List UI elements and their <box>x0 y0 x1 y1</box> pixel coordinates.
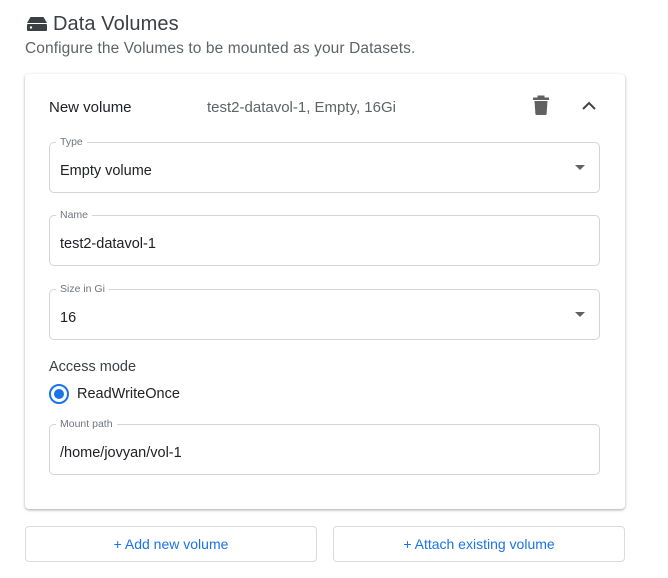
volume-card: New volume test2-datavol-1, Empty, 16Gi … <box>25 74 625 509</box>
name-value: test2-datavol-1 <box>60 236 156 252</box>
radio-readwriteonce[interactable]: ReadWriteOnce <box>49 384 180 404</box>
trash-icon <box>533 95 549 115</box>
name-label: Name <box>56 208 93 222</box>
volume-summary: test2-datavol-1, Empty, 16Gi <box>207 99 396 116</box>
size-value: 16 <box>60 310 77 326</box>
section-header: Data Volumes <box>25 12 179 36</box>
type-value: Empty volume <box>60 163 152 179</box>
size-select[interactable]: Size in Gi 16 <box>49 282 600 340</box>
radio-selected-dot <box>54 389 64 399</box>
attach-existing-volume-button[interactable]: + Attach existing volume <box>333 526 625 562</box>
radio-label: ReadWriteOnce <box>77 386 180 402</box>
chevron-up-icon <box>582 101 596 110</box>
add-new-volume-button[interactable]: + Add new volume <box>25 526 317 562</box>
size-label: Size in Gi <box>56 282 109 296</box>
collapse-button[interactable] <box>575 91 603 119</box>
mount-path-value: /home/jovyan/vol-1 <box>60 445 182 461</box>
volume-card-header[interactable]: New volume test2-datavol-1, Empty, 16Gi <box>25 74 625 138</box>
dropdown-arrow-icon <box>575 312 585 317</box>
volume-name: New volume <box>49 99 132 116</box>
delete-volume-button[interactable] <box>527 91 555 119</box>
name-field[interactable]: Name test2-datavol-1 <box>49 208 600 266</box>
type-label: Type <box>56 135 87 149</box>
storage-icon <box>27 17 47 31</box>
type-select[interactable]: Type Empty volume <box>49 135 600 193</box>
dropdown-arrow-icon <box>575 165 585 170</box>
mount-path-field[interactable]: Mount path /home/jovyan/vol-1 <box>49 417 600 475</box>
section-subtitle: Configure the Volumes to be mounted as y… <box>25 40 416 57</box>
mount-path-label: Mount path <box>56 417 117 431</box>
access-mode-title: Access mode <box>49 359 137 375</box>
radio-button[interactable] <box>49 384 69 404</box>
section-title: Data Volumes <box>53 12 179 35</box>
